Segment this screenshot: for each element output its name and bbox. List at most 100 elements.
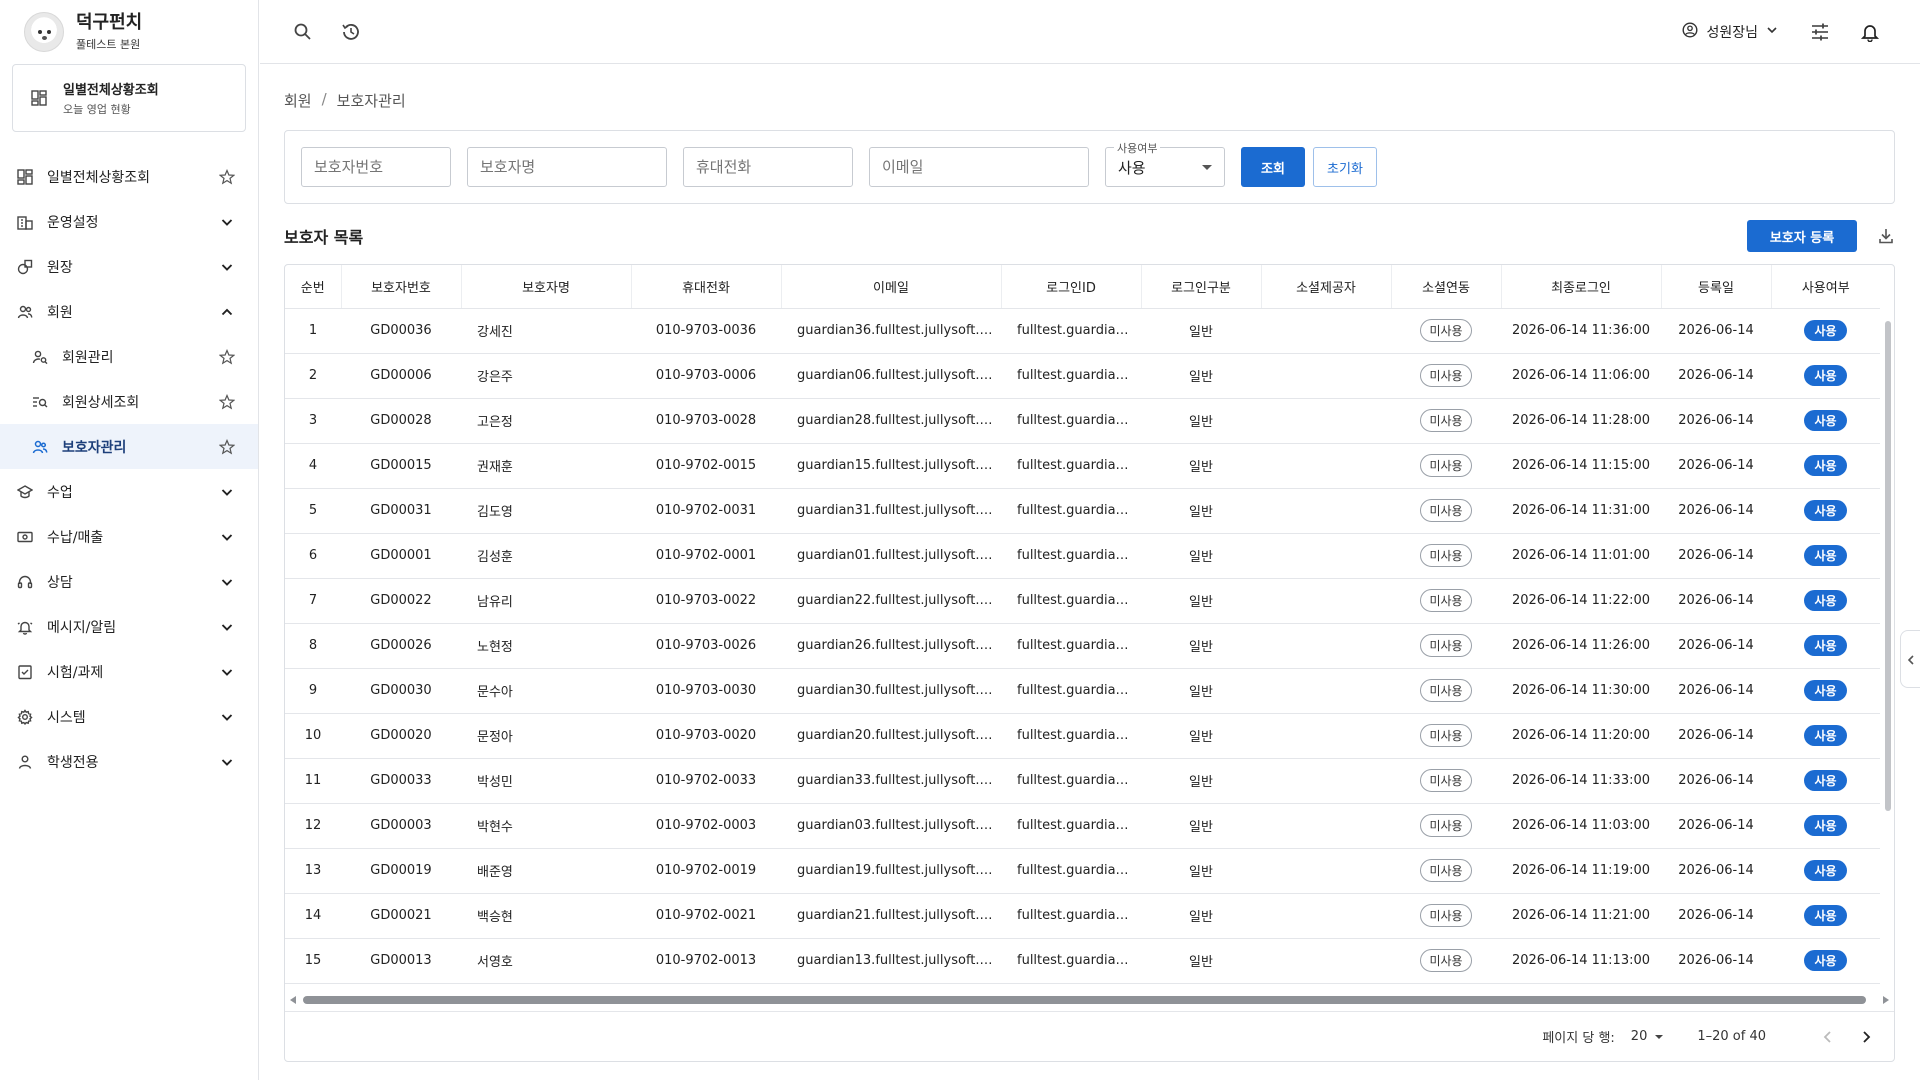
- last-login-cell: 2026-06-14 11:33:00: [1511, 773, 1651, 788]
- sidebar-item[interactable]: 수납/매출: [0, 514, 258, 559]
- table-cell: GD00001: [341, 533, 461, 579]
- table-cell: 사용: [1771, 488, 1880, 534]
- column-header[interactable]: 로그인구분: [1141, 265, 1262, 309]
- email-input[interactable]: [869, 147, 1089, 187]
- quick-card[interactable]: 일별전체상황조회 오늘 영업 현황: [12, 64, 246, 132]
- table-cell: 15: [285, 938, 341, 984]
- chevron-down-icon[interactable]: [218, 573, 236, 591]
- column-header[interactable]: 소셜연동: [1391, 265, 1502, 309]
- table-row[interactable]: 8 GD00026 노현정 010-9703-0026 guardian26.fullt…: [285, 623, 1880, 669]
- quick-card-subtitle: 오늘 영업 현황: [63, 103, 131, 116]
- table-cell: 미사용: [1391, 353, 1501, 399]
- notification-bell-icon[interactable]: [1858, 20, 1882, 44]
- table-row[interactable]: 15 GD00013 서영호 010-9702-0013 guardian13.full…: [285, 938, 1880, 984]
- favorite-star-icon[interactable]: [218, 168, 236, 186]
- sidebar-item[interactable]: 시스템: [0, 694, 258, 739]
- sidebar-item[interactable]: 시험/과제: [0, 649, 258, 694]
- column-header[interactable]: 보호자번호: [341, 265, 462, 309]
- table-row[interactable]: 13 GD00019 배준영 010-9702-0019 guardian19.full…: [285, 848, 1880, 894]
- chevron-down-icon[interactable]: [218, 753, 236, 771]
- table-row[interactable]: 5 GD00031 김도영 010-9702-0031 guardian31.fullt…: [285, 488, 1880, 534]
- tune-icon[interactable]: [1808, 20, 1832, 44]
- user-menu[interactable]: 성원장님: [1682, 21, 1778, 42]
- register-guardian-button[interactable]: 보호자 등록: [1747, 220, 1857, 252]
- sidebar-item[interactable]: 회원: [0, 289, 258, 334]
- social-link-badge: 미사용: [1420, 589, 1472, 612]
- sidebar-item[interactable]: 수업: [0, 469, 258, 514]
- chevron-down-icon[interactable]: [218, 663, 236, 681]
- row-number: 1: [308, 323, 318, 338]
- search-button[interactable]: 조회: [1241, 147, 1305, 187]
- social-link-badge: 미사용: [1420, 499, 1472, 522]
- chevron-down-icon[interactable]: [218, 483, 236, 501]
- favorite-star-icon[interactable]: [218, 438, 236, 456]
- status-badge: 사용: [1804, 950, 1847, 971]
- table-row[interactable]: 6 GD00001 김성훈 010-9702-0001 guardian01.fullt…: [285, 533, 1880, 579]
- column-header[interactable]: 최종로그인: [1501, 265, 1662, 309]
- reg-date-cell: 2026-06-14: [1678, 773, 1754, 788]
- column-header[interactable]: 등록일: [1661, 265, 1772, 309]
- brand[interactable]: 덕구펀치 풀테스트 본원: [0, 0, 258, 64]
- table-row[interactable]: 11 GD00033 박성민 010-9702-0033 guardian33.full…: [285, 758, 1880, 804]
- history-icon[interactable]: [339, 20, 363, 44]
- sidebar-item[interactable]: 메시지/알림: [0, 604, 258, 649]
- table-row[interactable]: 14 GD00021 백승현 010-9702-0021 guardian21.full…: [285, 893, 1880, 939]
- sidebar-item[interactable]: 원장: [0, 244, 258, 289]
- horizontal-scroll-thumb[interactable]: [303, 996, 1866, 1004]
- sidebar-item[interactable]: 일별전체상황조회: [0, 154, 258, 199]
- sidebar-item[interactable]: 회원관리: [0, 334, 258, 379]
- sidebar-item[interactable]: 운영설정: [0, 199, 258, 244]
- column-header[interactable]: 사용여부: [1771, 265, 1880, 309]
- guardian-name-input[interactable]: [467, 147, 667, 187]
- vertical-scrollbar[interactable]: [1884, 321, 1892, 1061]
- social-link-badge: 미사용: [1420, 319, 1472, 342]
- column-header[interactable]: 이메일: [781, 265, 1002, 309]
- topbar: 성원장님: [260, 0, 1920, 64]
- favorite-star-icon[interactable]: [218, 348, 236, 366]
- horizontal-scrollbar[interactable]: [285, 993, 1894, 1007]
- download-icon[interactable]: [1877, 227, 1895, 245]
- sidebar-item[interactable]: 보호자관리: [0, 424, 258, 469]
- next-page-icon[interactable]: [1854, 1025, 1878, 1049]
- reset-button[interactable]: 초기화: [1313, 147, 1377, 187]
- status-select[interactable]: 사용여부 사용: [1105, 140, 1225, 187]
- table-row[interactable]: 2 GD00006 강은주 010-9703-0006 guardian06.fullt…: [285, 353, 1880, 399]
- login-type-cell: 일반: [1189, 775, 1213, 790]
- column-header[interactable]: 소셜제공자: [1261, 265, 1392, 309]
- vertical-scroll-thumb[interactable]: [1885, 321, 1891, 811]
- table-row[interactable]: 3 GD00028 고은정 010-9703-0028 guardian28.fullt…: [285, 398, 1880, 444]
- scroll-right-arrow-icon[interactable]: [1883, 996, 1889, 1004]
- rows-per-page-select[interactable]: 20: [1631, 1029, 1664, 1044]
- chevron-down-icon[interactable]: [218, 258, 236, 276]
- table-row[interactable]: 7 GD00022 남유리 010-9703-0022 guardian22.fullt…: [285, 578, 1880, 624]
- login-id-cell: fulltest.guardian...: [1017, 728, 1137, 743]
- chevron-down-icon[interactable]: [218, 528, 236, 546]
- table-cell: 일반: [1141, 893, 1261, 939]
- prev-page-icon[interactable]: [1816, 1025, 1840, 1049]
- chevron-down-icon[interactable]: [218, 618, 236, 636]
- chevron-down-icon[interactable]: [218, 708, 236, 726]
- search-icon[interactable]: [291, 20, 315, 44]
- table-row[interactable]: 1 GD00036 강세진 010-9703-0036 guardian36.fullt…: [285, 308, 1880, 354]
- table-row[interactable]: 12 GD00003 박현수 010-9702-0003 guardian03.full…: [285, 803, 1880, 849]
- column-header[interactable]: 휴대전화: [631, 265, 782, 309]
- sidebar-item[interactable]: 회원상세조회: [0, 379, 258, 424]
- panel-collapse-tab[interactable]: [1900, 630, 1920, 688]
- phone-input[interactable]: [683, 147, 853, 187]
- column-header[interactable]: 로그인ID: [1001, 265, 1142, 309]
- chevron-up-icon[interactable]: [218, 303, 236, 321]
- scroll-left-arrow-icon[interactable]: [290, 996, 296, 1004]
- column-header[interactable]: 순번: [285, 265, 342, 309]
- column-header[interactable]: 보호자명: [461, 265, 632, 309]
- breadcrumb-parent[interactable]: 회원: [284, 90, 312, 111]
- reg-date-cell: 2026-06-14: [1678, 953, 1754, 968]
- chevron-down-icon[interactable]: [218, 213, 236, 231]
- favorite-star-icon[interactable]: [218, 393, 236, 411]
- table-row[interactable]: 4 GD00015 권재훈 010-9702-0015 guardian15.fullt…: [285, 443, 1880, 489]
- sidebar-item[interactable]: 학생전용: [0, 739, 258, 784]
- table-row[interactable]: 9 GD00030 문수아 010-9703-0030 guardian30.fullt…: [285, 668, 1880, 714]
- table-cell: 사용: [1771, 443, 1880, 489]
- guardian-no-input[interactable]: [301, 147, 451, 187]
- table-row[interactable]: 10 GD00020 문정아 010-9703-0020 guardian20.full…: [285, 713, 1880, 759]
- sidebar-item[interactable]: 상담: [0, 559, 258, 604]
